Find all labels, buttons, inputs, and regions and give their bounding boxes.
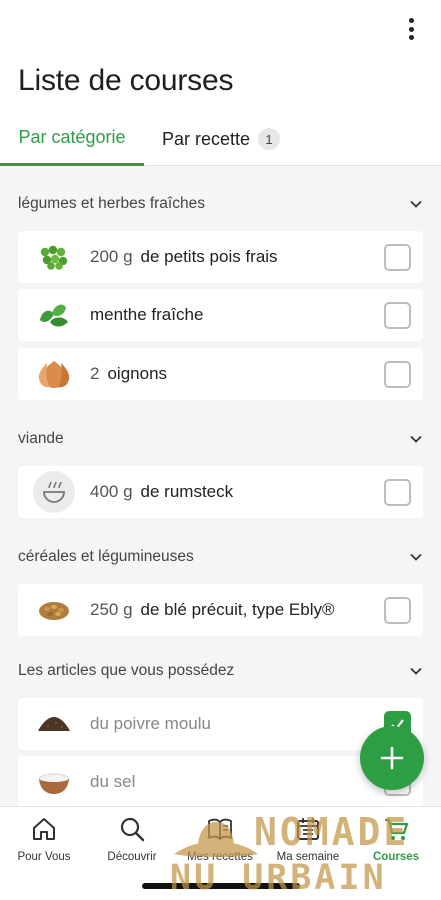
section-title: viande (18, 430, 64, 447)
home-icon (33, 818, 55, 840)
item-name: du sel (90, 772, 136, 791)
nav-label: Ma semaine (276, 851, 340, 863)
nav-mes-recettes[interactable]: Mes recettes (176, 815, 264, 863)
bowl-placeholder-icon (18, 466, 90, 518)
chevron-down-icon (410, 667, 422, 675)
peas-icon (18, 231, 90, 283)
item-name: oignons (107, 364, 168, 383)
item-name: de rumsteck (140, 482, 234, 501)
search-icon (120, 817, 145, 842)
nav-courses[interactable]: Courses (352, 815, 440, 863)
item-quantity: 400 g (90, 482, 133, 501)
home-indicator (142, 883, 300, 889)
count-badge: 1 (258, 128, 281, 150)
nav-label: Découvrir (107, 851, 157, 863)
page-title: Liste de courses (18, 64, 234, 97)
item-name: de blé précuit, type Ebly® (140, 600, 335, 619)
item-checkbox[interactable] (384, 244, 411, 271)
list-item[interactable]: menthe fraîche (18, 289, 423, 341)
nav-ma-semaine[interactable]: Ma semaine (264, 815, 352, 863)
top-bar: Liste de courses Par catégorie Par recet… (0, 0, 441, 166)
item-name: du poivre moulu (90, 714, 211, 733)
item-checkbox[interactable] (384, 597, 411, 624)
nav-pour-vous[interactable]: Pour Vous (0, 815, 88, 863)
list-item[interactable]: 400 g de rumsteck (18, 466, 423, 518)
section-title: légumes et herbes fraîches (18, 195, 205, 212)
nav-label: Courses (372, 851, 420, 863)
tab-bar: Par catégorie Par recette 1 (0, 112, 441, 166)
plus-icon (380, 746, 404, 770)
section-title: Les articles que vous possédez (18, 662, 235, 679)
section-header-legumes[interactable]: légumes et herbes fraîches (0, 184, 441, 224)
section-header-cereales[interactable]: céréales et légumineuses (0, 537, 441, 577)
chevron-down-icon (410, 553, 422, 561)
chevron-down-icon (410, 200, 422, 208)
item-name: de petits pois frais (140, 247, 278, 266)
list-item[interactable]: du poivre moulu (18, 698, 423, 750)
add-item-button[interactable] (360, 726, 424, 790)
section-header-owned[interactable]: Les articles que vous possédez (0, 651, 441, 691)
item-checkbox[interactable] (384, 361, 411, 388)
nav-label: Pour Vous (17, 851, 71, 863)
item-quantity: 250 g (90, 600, 133, 619)
section-header-viande[interactable]: viande (0, 419, 441, 459)
item-quantity: 200 g (90, 247, 133, 266)
tab-par-categorie[interactable]: Par catégorie (0, 112, 144, 166)
more-vertical-icon[interactable] (403, 16, 419, 42)
list-item[interactable]: 2 oignons (18, 348, 423, 400)
item-checkbox[interactable] (384, 302, 411, 329)
tab-label: Par catégorie (18, 127, 126, 147)
item-name: menthe fraîche (90, 305, 204, 324)
ground-pepper-icon (18, 698, 90, 750)
cart-icon (385, 818, 409, 840)
nav-label: Mes recettes (187, 851, 253, 863)
onion-icon (18, 348, 90, 400)
tab-par-recette[interactable]: Par recette 1 (162, 112, 281, 166)
salt-bowl-icon (18, 756, 90, 808)
book-icon (208, 818, 232, 840)
section-title: céréales et légumineuses (18, 548, 194, 565)
list-item[interactable]: 200 g de petits pois frais (18, 231, 423, 283)
tab-label: Par recette (162, 128, 251, 149)
mint-icon (18, 289, 90, 341)
item-quantity: 2 (90, 364, 100, 383)
chevron-down-icon (410, 435, 422, 443)
wheat-grains-icon (18, 584, 90, 636)
list-item[interactable]: 250 g de blé précuit, type Ebly® (18, 584, 423, 636)
item-checkbox[interactable] (384, 479, 411, 506)
calendar-icon (297, 818, 319, 840)
nav-decouvrir[interactable]: Découvrir (88, 815, 176, 863)
